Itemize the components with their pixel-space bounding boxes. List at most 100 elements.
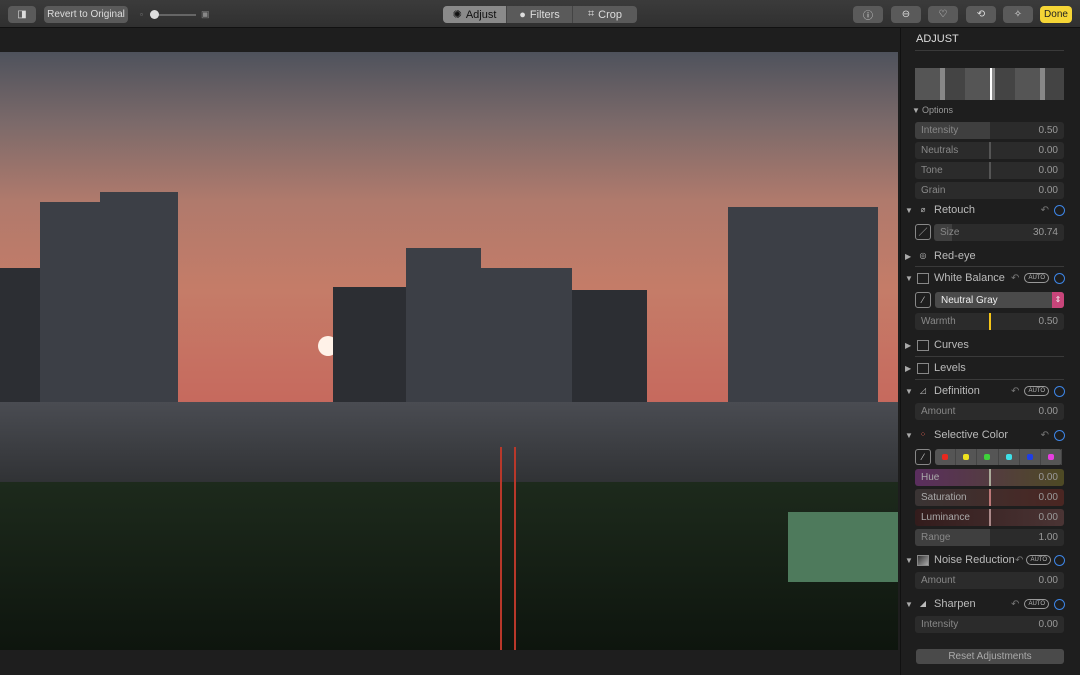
slider-label: Tone [921,165,943,176]
undo-icon[interactable]: ↶ [1015,555,1023,566]
noise-reduction-header[interactable]: ▼ Noise Reduction ↶ AUTO [905,552,1065,568]
auto-button[interactable]: AUTO [1024,599,1049,609]
divider [915,266,1064,267]
divider [915,356,1064,357]
slider-value: 0.00 [1038,492,1058,503]
white-balance-header[interactable]: ▼ White Balance ↶ AUTO [905,270,1065,286]
building [100,192,178,408]
section-label: Curves [934,339,969,351]
heart-icon: ♡ [938,9,948,20]
enable-toggle[interactable] [1054,272,1065,284]
enhance-button[interactable]: ✧ [1003,6,1033,23]
slider-label: Range [921,532,951,543]
enable-toggle[interactable] [1054,554,1065,566]
revert-button[interactable]: Revert to Original [44,6,128,23]
range-slider[interactable]: Range 1.00 [915,529,1064,546]
undo-icon[interactable]: ↶ [1011,273,1019,284]
slider-label: Amount [921,406,956,417]
retouch-header[interactable]: ▼ ⌀ Retouch ↶ [905,202,1065,218]
grain-slider[interactable]: Grain 0.00 [915,182,1064,199]
color-dots-icon: ⁘ [919,429,927,439]
neutrals-slider[interactable]: Neutrals 0.00 [915,142,1064,159]
eyedropper-button[interactable]: ⁄ [915,292,931,308]
disclosure-icon: ▼ [905,386,913,396]
luminance-slider[interactable]: Luminance 0.00 [915,509,1064,526]
enable-toggle[interactable] [1054,598,1065,610]
hue-slider[interactable]: Hue 0.00 [915,469,1064,486]
section-label: Red-eye [934,250,976,262]
strip-handle[interactable] [990,68,992,100]
brush-button[interactable]: ／ [915,224,931,240]
rotate-button[interactable]: ⟲ [966,6,996,23]
slider-label: Saturation [921,492,967,503]
curves-header[interactable]: ▶ Curves [905,337,1065,353]
section-label: White Balance [934,272,1005,284]
options-toggle[interactable]: ▼ Options [912,102,1072,118]
slider-value: 0.00 [1038,472,1058,483]
zoom-slider-thumb[interactable] [150,10,159,19]
split-view-icon: ◨ [17,9,27,20]
sharpen-intensity-slider[interactable]: Intensity 0.00 [915,616,1064,633]
undo-icon[interactable]: ↶ [1041,430,1049,441]
color-swatch[interactable] [977,449,999,465]
definition-amount-slider[interactable]: Amount 0.00 [915,403,1064,420]
tone-slider[interactable]: Tone 0.00 [915,162,1064,179]
color-swatch[interactable] [956,449,978,465]
eye-icon: ◎ [919,250,927,260]
noise-amount-slider[interactable]: Amount 0.00 [915,572,1064,589]
brush-icon: ／ [918,227,928,237]
edit-mode-tabs: ✺ Adjust ● Filters ⌗ Crop [443,6,637,23]
tab-adjust[interactable]: ✺ Adjust [443,6,507,23]
auto-button[interactable]: AUTO [1026,555,1051,565]
info-button[interactable]: ⓘ [853,6,883,23]
favorite-button[interactable]: ♡ [928,6,958,23]
size-slider[interactable]: Size 30.74 [934,224,1064,241]
undo-icon[interactable]: ↶ [1011,599,1019,610]
color-swatch[interactable] [935,449,957,465]
saturation-slider[interactable]: Saturation 0.00 [915,489,1064,506]
disclosure-icon: ▼ [905,555,913,565]
tab-filters[interactable]: ● Filters [507,6,573,23]
toolbar: ◨ Revert to Original ▫ ▣ ✺ Adjust ● Filter… [0,0,1080,28]
photo-canvas[interactable] [0,52,898,650]
slider-label: Warmth [921,316,956,327]
undo-icon[interactable]: ↶ [1041,205,1049,216]
undo-icon[interactable]: ↶ [1011,386,1019,397]
info-icon: ⓘ [863,11,873,22]
color-swatch[interactable] [1041,449,1063,465]
filters-icon: ● [519,8,526,21]
eyedropper-icon: ⁄ [922,452,924,462]
auto-button[interactable]: AUTO [1024,273,1049,283]
disclosure-icon: ▶ [905,251,912,261]
selective-color-header[interactable]: ▼ ⁘ Selective Color ↶ [905,427,1065,443]
levels-icon [917,362,929,374]
slider-label: Size [940,227,960,238]
done-button[interactable]: Done [1040,6,1072,23]
filter-thumbnail-strip[interactable] [915,68,1064,100]
select-value: Neutral Gray [941,295,998,306]
disclosure-icon: ▼ [905,430,913,440]
enable-toggle[interactable] [1054,385,1065,397]
white-balance-icon [917,272,929,284]
disclosure-icon: ▼ [905,599,913,609]
enable-toggle[interactable] [1054,429,1065,441]
split-view-button[interactable]: ◨ [8,6,36,23]
color-swatch[interactable] [1020,449,1041,465]
more-button[interactable]: ⊖ [891,6,921,23]
tab-crop[interactable]: ⌗ Crop [573,6,637,23]
white-balance-mode-select[interactable]: Neutral Gray ⇕ [935,292,1064,308]
section-label: Retouch [934,204,975,216]
slider-value: 0.00 [1038,406,1058,417]
definition-header[interactable]: ▼ ◿ Definition ↶ AUTO [905,383,1065,399]
color-swatch[interactable] [999,449,1020,465]
redeye-header[interactable]: ▶ ◎ Red-eye [905,248,1065,264]
auto-button[interactable]: AUTO [1024,386,1049,396]
eyedropper-button[interactable]: ⁄ [915,449,931,465]
warmth-slider[interactable]: Warmth 0.50 [915,313,1064,330]
sharpen-header[interactable]: ▼ ◢ Sharpen ↶ AUTO [905,596,1065,612]
reset-adjustments-button[interactable]: Reset Adjustments [916,649,1064,664]
levels-header[interactable]: ▶ Levels [905,360,1065,376]
enable-toggle[interactable] [1054,204,1065,216]
rotate-icon: ⟲ [976,9,986,20]
intensity-slider[interactable]: Intensity 0.50 [915,122,1064,139]
